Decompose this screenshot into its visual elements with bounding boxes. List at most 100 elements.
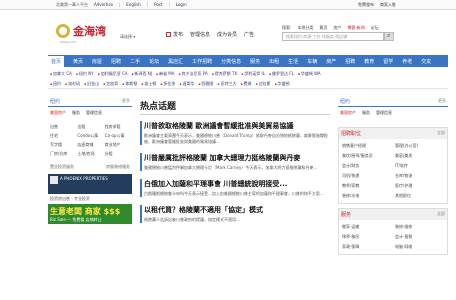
news-item[interactable]: 川普嚴厲批評格陵蘭 加拿大總理力挺格陵蘭與丹麥 美國總統川普猛烈抨擊加拿大總理卡…: [140, 153, 330, 171]
nav-dating[interactable]: 交友: [421, 58, 431, 65]
service-link[interactable]: 电脑·网络: [395, 244, 444, 250]
nav-secondhand[interactable]: 二手: [130, 58, 140, 65]
nav-yellow-pages[interactable]: 黄页: [73, 58, 83, 65]
state-link[interactable]: 佛罗里达 FL: [269, 71, 294, 77]
job-category-link[interactable]: 餐饮/厨师/服务员: [342, 153, 391, 159]
job-category-link[interactable]: 美容/美发: [395, 153, 444, 159]
job-category-link[interactable]: IT/软件: [395, 163, 444, 169]
state-link[interactable]: 纽约 NY: [76, 71, 94, 77]
city-link[interactable]: 纽约: [50, 81, 61, 87]
blog-news-link[interactable]: 博客·新闻: [347, 25, 364, 31]
tab-manage[interactable]: 管理信息: [86, 110, 102, 116]
merchant-join-link[interactable]: 商家入駐: [380, 2, 396, 8]
job-category-link[interactable]: 销售客户经理: [342, 143, 391, 149]
job-category-link[interactable]: 教师/家教: [342, 183, 391, 189]
city-selector[interactable]: 请选择 ▾: [120, 34, 135, 40]
login-link[interactable]: Login: [176, 2, 187, 8]
news-title[interactable]: 白俄加入加薩和平理事會 川普總統說明接受...: [144, 179, 330, 189]
nav-hire[interactable]: 招聘: [345, 58, 355, 65]
tab-manage[interactable]: 管理信息: [376, 110, 392, 116]
yellow-pages-link[interactable]: 黄页: [319, 25, 327, 31]
jobs-more-link[interactable]: 全部: [437, 130, 445, 137]
city-link[interactable]: 费城: [240, 81, 252, 87]
investment-service-link[interactable]: 置业投资服务: [50, 164, 74, 170]
service-link[interactable]: 搬家·运输: [342, 224, 391, 230]
city-link[interactable]: 洛杉矶: [65, 81, 80, 87]
ad-caption[interactable]: 投资房出售 · 专业投资: [48, 194, 132, 204]
category-link[interactable]: 分租: [105, 151, 130, 157]
phoenix-ad[interactable]: A PHOENIX PROPERTIES: [48, 174, 132, 194]
real-estate-link[interactable]: 房产: [333, 25, 341, 31]
services-box-title[interactable]: 服务: [341, 211, 351, 218]
nav-cars[interactable]: 车辆: [307, 58, 317, 65]
news-title[interactable]: 以租代買？格陵蘭不適用「協定」模式: [144, 205, 330, 215]
category-link[interactable]: 住宅: [50, 133, 75, 139]
left-more-link[interactable]: 更多: [122, 98, 130, 105]
tab-us-realestate[interactable]: 美国房产: [50, 110, 66, 116]
advertise-link[interactable]: Advertise: [94, 2, 113, 8]
news-title[interactable]: 川普嚴厲批評格陵蘭 加拿大總理力挺格陵蘭與丹麥: [144, 153, 330, 163]
right-city-title[interactable]: 纽约: [340, 98, 350, 105]
english-link[interactable]: English: [126, 2, 140, 8]
state-link[interactable]: 得克萨斯 TX: [212, 71, 237, 77]
job-category-link[interactable]: 装修/水电: [342, 193, 391, 199]
tab-service[interactable]: 服务: [362, 110, 370, 116]
search-button[interactable]: [384, 32, 394, 41]
services-more-link[interactable]: 全部: [437, 211, 445, 218]
city-link[interactable]: 旧金山: [84, 81, 99, 87]
state-link[interactable]: 伊利诺伊 IL: [241, 71, 265, 77]
category-link[interactable]: 出售: [50, 124, 75, 130]
manage-button[interactable]: 管理信息: [190, 31, 210, 38]
city-link[interactable]: 西雅图: [198, 81, 213, 87]
nav-service[interactable]: 服务: [250, 58, 260, 65]
nav-blackstore[interactable]: 黑店汇: [168, 58, 183, 65]
city-link[interactable]: 达拉斯: [256, 81, 271, 87]
service-link[interactable]: 装修·维修: [395, 224, 444, 230]
category-link[interactable]: 写字楼: [50, 142, 75, 148]
category-link[interactable]: 土地/农场: [77, 151, 102, 157]
category-link[interactable]: 厂房/仓库: [50, 151, 75, 157]
post-link[interactable]: Post: [154, 2, 162, 8]
site-logo[interactable]: 金海湾: [73, 23, 106, 39]
nav-forum[interactable]: 论坛: [149, 58, 159, 65]
service-link[interactable]: 律师·移民: [342, 234, 391, 240]
nav-jobs[interactable]: 招聘: [111, 58, 121, 65]
renovation-service-link[interactable]: 房屋装修服务: [106, 164, 130, 170]
state-link[interactable]: 华盛顿 WA: [298, 71, 321, 77]
category-link[interactable]: 出租: [77, 124, 102, 130]
category-link[interactable]: 商业地产: [105, 142, 130, 148]
news-item[interactable]: 白俄加入加薩和平理事會 川普總統說明接受... 白俄羅斯總統魯卡申科今天表示接受…: [140, 179, 330, 197]
city-link[interactable]: 休斯顿: [122, 81, 137, 87]
local-classified-link[interactable]: 本地分类: [297, 25, 313, 31]
job-category-link[interactable]: 其他职位: [395, 193, 444, 199]
forum-link[interactable]: 论坛: [371, 25, 379, 31]
city-link[interactable]: 芝加哥: [103, 81, 118, 87]
biz-sale-ad[interactable]: 生意老闆 商家 $$$ Biz Sale — 免费看 店铺转让: [48, 204, 132, 224]
right-more-link[interactable]: 更多: [438, 98, 446, 105]
news-title[interactable]: 川普欲取格陵蘭 歐洲議會暫緩批准與美貿易協議: [144, 121, 330, 131]
nav-estate[interactable]: 房产: [326, 58, 336, 65]
job-category-link[interactable]: 会计/财务: [342, 163, 391, 169]
city-link[interactable]: 多伦多: [160, 81, 175, 87]
tab-us-realestate[interactable]: 美国房产: [340, 110, 356, 116]
nav-work[interactable]: 工作招聘: [192, 58, 212, 65]
job-category-link[interactable]: 管理(办公室): [395, 143, 444, 149]
post-button[interactable]: 发布: [166, 31, 183, 38]
logo-icon[interactable]: [56, 24, 70, 38]
nav-life[interactable]: 生活: [288, 58, 298, 65]
job-category-link[interactable]: 仓库/物流: [395, 173, 444, 179]
service-link[interactable]: 会计·报税: [395, 234, 444, 240]
state-link[interactable]: 麻省 MA: [156, 71, 174, 77]
category-link[interactable]: 找房求租: [105, 124, 130, 130]
category-link[interactable]: Condo公寓: [77, 133, 102, 139]
ads-button[interactable]: 广告: [244, 31, 254, 38]
tab-service[interactable]: 服务: [72, 110, 80, 116]
nav-housing[interactable]: 房屋: [92, 58, 102, 65]
job-category-link[interactable]: 医疗/护理: [395, 183, 444, 189]
state-link[interactable]: 加利福尼亚 CA: [98, 71, 128, 77]
news-item[interactable]: 川普欲取格陵蘭 歐洲議會暫緩批准與美貿易協議 歐洲議會主要黨團今天表示，美國總統…: [140, 121, 330, 145]
city-link[interactable]: 温哥华: [179, 81, 194, 87]
nav-classified[interactable]: 分类信息: [221, 58, 241, 65]
nav-education[interactable]: 教育: [364, 58, 374, 65]
service-link[interactable]: 家政·保姆: [342, 244, 391, 250]
